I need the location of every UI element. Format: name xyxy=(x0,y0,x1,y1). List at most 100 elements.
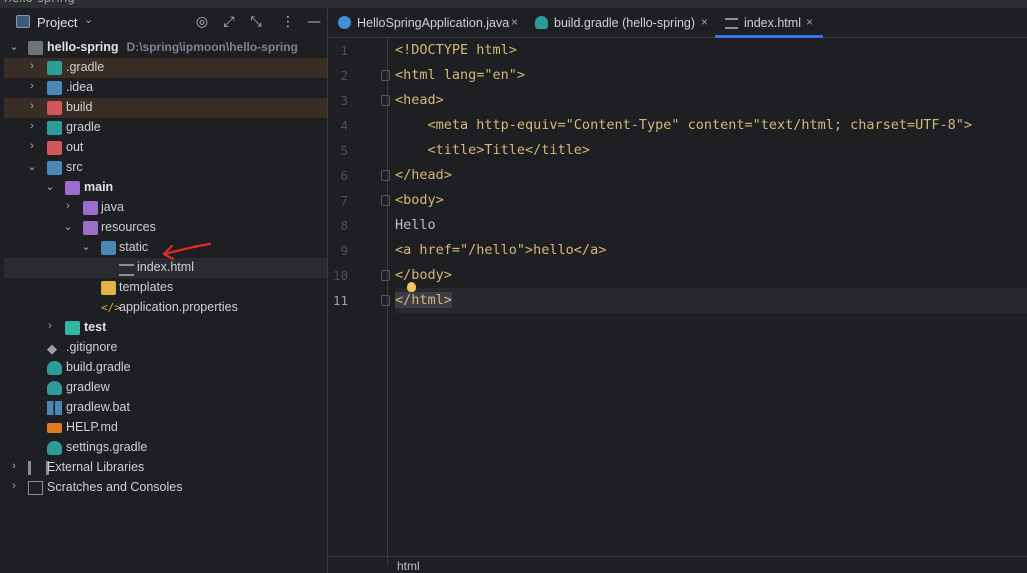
tree-item-gradlew-bat[interactable]: gradlew.bat xyxy=(4,398,327,418)
tree-item-gradlew[interactable]: gradlew xyxy=(4,378,327,398)
fold-marker-icon[interactable] xyxy=(381,170,390,181)
code-line[interactable]: <html lang="en"> xyxy=(381,63,1027,88)
tree-item-resources[interactable]: ⌄ resources xyxy=(4,218,327,238)
tree-item-java[interactable]: › java xyxy=(4,198,327,218)
tree-item-external-libraries[interactable]: › External Libraries xyxy=(4,458,327,478)
editor-breadcrumb-bar: html xyxy=(328,556,1027,573)
close-icon[interactable]: × xyxy=(511,15,518,29)
hide-panel-icon[interactable]: — xyxy=(304,12,324,32)
line-number: 9 xyxy=(340,243,348,258)
gitignore-icon: ◆ xyxy=(47,341,57,356)
tree-item-label: External Libraries xyxy=(47,460,145,474)
close-icon[interactable]: × xyxy=(806,15,813,29)
code-line[interactable]: <a href="/hello">hello</a> xyxy=(395,238,1027,263)
chevron-down-icon[interactable]: ⌄ xyxy=(80,240,92,253)
collapse-all-icon[interactable]: ⤡ xyxy=(246,12,266,32)
code-line[interactable]: </head> xyxy=(381,163,1027,188)
tree-item-label: out xyxy=(66,140,84,154)
tab-build-gradle[interactable]: build.gradle (hello-spring) × xyxy=(525,8,715,37)
fold-marker-icon[interactable] xyxy=(381,295,390,306)
code-line-text: </body> xyxy=(395,267,452,283)
chevron-right-icon[interactable]: › xyxy=(26,100,38,112)
code-line-text: <body> xyxy=(395,192,444,208)
tree-item-main[interactable]: ⌄ main xyxy=(4,178,327,198)
gradle-icon xyxy=(535,16,548,29)
tree-item-label: gradle xyxy=(66,120,101,134)
chevron-down-icon[interactable]: ⌄ xyxy=(8,40,20,53)
code-line[interactable]: </body> xyxy=(381,263,1027,288)
chevron-down-icon[interactable]: ⌄ xyxy=(26,160,38,173)
folder-excluded-icon xyxy=(47,141,62,155)
line-number: 5 xyxy=(340,143,348,158)
tree-item-templates[interactable]: templates xyxy=(4,278,327,298)
tree-item-settings-gradle[interactable]: settings.gradle xyxy=(4,438,327,458)
fold-marker-icon[interactable] xyxy=(381,95,390,106)
annotation-arrow-icon xyxy=(162,242,212,261)
code-line[interactable]: Hello xyxy=(395,213,1027,238)
folder-source-icon xyxy=(83,201,98,215)
tab-index-html[interactable]: index.html × xyxy=(715,8,823,38)
tree-item-test[interactable]: › test xyxy=(4,318,327,338)
tree-item-gradle[interactable]: › gradle xyxy=(4,118,327,138)
tree-item-out[interactable]: › out xyxy=(4,138,327,158)
code-line-current[interactable]: </html> xyxy=(381,288,1027,313)
tree-item-src[interactable]: ⌄ src xyxy=(4,158,327,178)
chevron-down-icon[interactable]: ⌄ xyxy=(62,220,74,233)
folder-icon xyxy=(47,61,62,75)
folder-module-icon xyxy=(28,41,43,55)
tree-item-label: main xyxy=(84,180,114,194)
expand-all-icon[interactable]: ⤢ xyxy=(219,12,239,32)
chevron-right-icon[interactable]: › xyxy=(44,320,56,332)
code-line[interactable]: <body> xyxy=(381,188,1027,213)
project-view-selector[interactable]: Project xyxy=(37,15,77,30)
tree-item-application-properties[interactable]: </> application.properties xyxy=(4,298,327,318)
project-view-icon xyxy=(16,15,30,28)
chevron-down-icon[interactable]: ⌄ xyxy=(84,13,93,26)
close-icon[interactable]: × xyxy=(701,15,708,29)
line-number: 6 xyxy=(340,168,348,183)
chevron-right-icon[interactable]: › xyxy=(8,460,20,472)
tree-item-build-gradle[interactable]: build.gradle xyxy=(4,358,327,378)
locate-target-icon[interactable]: ◎ xyxy=(192,12,212,32)
chevron-right-icon[interactable]: › xyxy=(26,80,38,92)
fold-marker-icon[interactable] xyxy=(381,195,390,206)
tab-label: build.gradle (hello-spring) xyxy=(554,16,696,30)
chevron-right-icon[interactable]: › xyxy=(8,480,20,492)
tree-item-scratches[interactable]: › Scratches and Consoles xyxy=(4,478,327,498)
code-line[interactable]: <title>Title</title> xyxy=(395,138,1027,163)
tree-item-label: settings.gradle xyxy=(66,440,148,454)
tree-item-label: build xyxy=(66,100,93,114)
chevron-down-icon[interactable]: ⌄ xyxy=(44,180,56,193)
breadcrumb[interactable]: html xyxy=(397,559,420,573)
tree-item-idea[interactable]: › .idea xyxy=(4,78,327,98)
line-number: 3 xyxy=(340,93,348,108)
tree-item-label: templates xyxy=(119,280,174,294)
tree-item-label: hello-spring xyxy=(47,40,119,54)
tree-item-gradle-dir[interactable]: › .gradle xyxy=(4,58,327,78)
line-number: 7 xyxy=(340,193,348,208)
tree-item-help-md[interactable]: HELP.md xyxy=(4,418,327,438)
fold-marker-icon[interactable] xyxy=(381,270,390,281)
chevron-right-icon[interactable]: › xyxy=(26,140,38,152)
tree-item-hello-spring[interactable]: ⌄ hello-spring D:\spring\ipmoon\hello-spr… xyxy=(4,38,327,58)
tab-hello-spring-application[interactable]: HelloSpringApplication.java × xyxy=(328,8,525,37)
lightbulb-icon[interactable] xyxy=(407,282,416,292)
chevron-right-icon[interactable]: › xyxy=(26,60,38,72)
gradle-icon xyxy=(47,361,62,375)
tree-item-label: .idea xyxy=(66,80,94,94)
tree-item-label: gradlew.bat xyxy=(66,400,130,414)
code-line[interactable]: <!DOCTYPE html> xyxy=(395,38,1027,63)
chevron-right-icon[interactable]: › xyxy=(62,200,74,212)
tree-item-gitignore[interactable]: ◆ .gitignore xyxy=(4,338,327,358)
code-line[interactable]: <meta http-equiv="Content-Type" content=… xyxy=(395,113,1027,138)
tree-item-build[interactable]: › build xyxy=(4,98,327,118)
folder-source-icon xyxy=(47,161,62,175)
chevron-right-icon[interactable]: › xyxy=(26,120,38,132)
tab-label: index.html xyxy=(744,16,801,30)
tree-item-label: .gitignore xyxy=(66,340,118,354)
code-line[interactable]: <head> xyxy=(381,88,1027,113)
tree-item-label: application.properties xyxy=(119,300,238,314)
fold-marker-icon[interactable] xyxy=(381,70,390,81)
line-number-gutter: 1 2 3 4 5 6 7 8 9 10 11 xyxy=(328,38,388,558)
more-options-icon[interactable]: ⋮ xyxy=(278,12,298,32)
